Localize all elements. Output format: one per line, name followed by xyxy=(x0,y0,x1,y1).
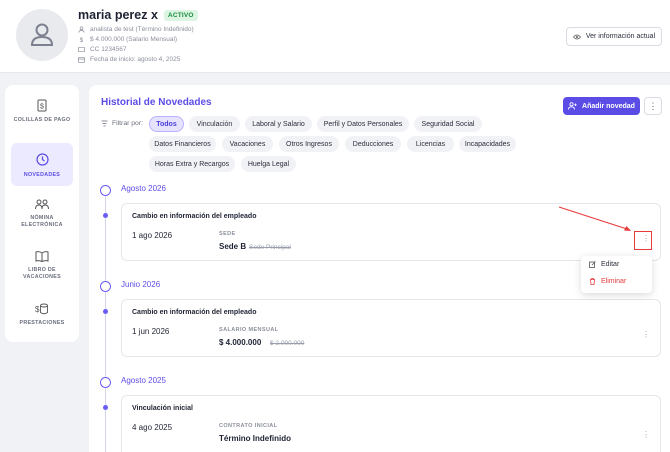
novedad-card: Vinculación inicial 4 ago 2025 CONTRATO … xyxy=(121,395,661,452)
delete-menu-item[interactable]: Eliminar xyxy=(589,278,626,285)
edit-menu-item[interactable]: Editar xyxy=(589,261,619,268)
sidebar-item-novedades[interactable]: NOVEDADES xyxy=(11,143,73,186)
novedad-title: Vinculación inicial xyxy=(132,405,193,412)
add-user-icon xyxy=(568,102,577,110)
novedad-old-value: Sede Principal xyxy=(249,244,291,251)
timeline-dot xyxy=(103,213,108,218)
employee-salary: $ $ 4.000.000 (Salario Mensual) xyxy=(79,36,178,43)
avatar xyxy=(16,9,68,61)
receipt-icon: $ xyxy=(37,99,47,112)
sidebar-item-prestaciones[interactable]: $ PRESTACIONES xyxy=(11,303,73,333)
timeline-month: Junio 2026 xyxy=(121,280,161,289)
status-badge: ACTIVO xyxy=(163,9,198,21)
timeline-line xyxy=(105,188,106,452)
timeline-month-marker xyxy=(100,281,111,292)
filter-chip-licencias[interactable]: Licencias xyxy=(407,136,454,152)
novedad-card: Cambio en información del empleado 1 jun… xyxy=(121,299,661,357)
novedad-title: Cambio en información del empleado xyxy=(132,213,257,220)
novedad-field-label: SEDE xyxy=(219,231,236,237)
sidebar-item-vacaciones[interactable]: LIBRO DE VACACIONES xyxy=(11,251,73,295)
timeline-month-marker xyxy=(100,185,111,196)
add-novedad-button[interactable]: Añadir novedad xyxy=(563,97,640,115)
filter-chip-todos[interactable]: Todos xyxy=(149,116,184,132)
filter-chip-datos-financieros[interactable]: Datos Financieros xyxy=(149,136,216,152)
employee-role: analista de test (Término Indefinido) xyxy=(78,26,194,33)
filter-chip-vinculacion[interactable]: Vinculación xyxy=(189,116,240,132)
novedad-title: Cambio en información del empleado xyxy=(132,309,257,316)
view-current-info-button[interactable]: Ver información actual xyxy=(566,27,662,46)
filter-icon xyxy=(101,120,108,127)
kebab-icon: ⋮ xyxy=(648,100,658,111)
trash-icon xyxy=(590,278,595,285)
filter-chip-incapacidades[interactable]: Incapacidades xyxy=(459,136,516,152)
money-icon: $ xyxy=(80,37,84,43)
sidebar: $ COLILLAS DE PAGO NOVEDADES NÓMINA ELEC… xyxy=(5,85,79,342)
id-card-icon xyxy=(78,46,85,53)
svg-text:$: $ xyxy=(80,37,84,43)
novedad-date: 1 jun 2026 xyxy=(132,327,170,336)
filter-label: Filtrar por: xyxy=(101,120,143,127)
card-menu-button[interactable]: ⋮ xyxy=(642,430,650,439)
novedades-panel: Historial de Novedades Añadir novedad ⋮ … xyxy=(89,85,670,452)
person-icon xyxy=(78,26,85,33)
sidebar-item-nomina[interactable]: NÓMINA ELECTRÓNICA xyxy=(11,199,73,243)
card-context-menu: Editar Eliminar xyxy=(581,256,652,293)
timeline-month-marker xyxy=(100,377,111,388)
filter-chip-perfil-datos[interactable]: Perfil y Datos Personales xyxy=(317,116,409,132)
filter-chip-seguridad-social[interactable]: Seguridad Social xyxy=(414,116,482,132)
filter-chip-horas-extra[interactable]: Horas Extra y Recargos xyxy=(149,156,235,172)
novedad-date: 1 ago 2026 xyxy=(132,231,173,240)
novedad-old-value: $ 2.000.000 xyxy=(270,340,305,347)
novedad-new-value: Sede B xyxy=(219,242,247,251)
coins-icon: $ xyxy=(35,303,48,315)
filter-chip-laboral-salario[interactable]: Laboral y Salario xyxy=(245,116,312,132)
novedad-new-value: Término Indefinido xyxy=(219,434,291,443)
edit-icon xyxy=(589,261,596,268)
history-icon xyxy=(35,153,49,166)
timeline-month: Agosto 2025 xyxy=(121,376,166,385)
novedad-field-label: SALARIO MENSUAL xyxy=(219,327,279,333)
page-title: Historial de Novedades xyxy=(101,97,212,108)
user-icon xyxy=(30,23,54,46)
filter-chip-otros-ingresos[interactable]: Otros Ingresos xyxy=(279,136,339,152)
employee-start-date: Fecha de inicio: agosto 4, 2025 xyxy=(78,56,180,63)
filter-chip-huelga-legal[interactable]: Huelga Legal xyxy=(241,156,296,172)
novedad-new-value: $ 4.000.000 xyxy=(219,338,262,347)
timeline-dot xyxy=(103,309,108,314)
employee-header: maria perez x ACTIVO analista de test (T… xyxy=(0,0,670,73)
filter-chip-vacaciones[interactable]: Vacaciones xyxy=(222,136,273,152)
svg-text:$: $ xyxy=(40,104,44,111)
timeline-month: Agosto 2026 xyxy=(121,184,166,193)
eye-icon xyxy=(572,34,581,39)
users-icon xyxy=(35,199,49,210)
card-menu-button[interactable]: ⋮ xyxy=(642,330,650,339)
employee-document: CC 1234567 xyxy=(78,46,127,53)
filter-chip-deducciones[interactable]: Deducciones xyxy=(345,136,401,152)
more-options-button[interactable]: ⋮ xyxy=(644,97,662,115)
novedad-field-label: CONTRATO INICIAL xyxy=(219,423,278,429)
book-icon xyxy=(35,251,49,262)
annotation-highlight-box xyxy=(634,231,652,250)
svg-text:$: $ xyxy=(35,305,40,314)
employee-name: maria perez x xyxy=(78,8,158,22)
sidebar-item-colillas[interactable]: $ COLILLAS DE PAGO xyxy=(11,99,73,143)
timeline-dot xyxy=(103,405,108,410)
calendar-icon xyxy=(78,56,85,63)
novedad-date: 4 ago 2025 xyxy=(132,423,173,432)
